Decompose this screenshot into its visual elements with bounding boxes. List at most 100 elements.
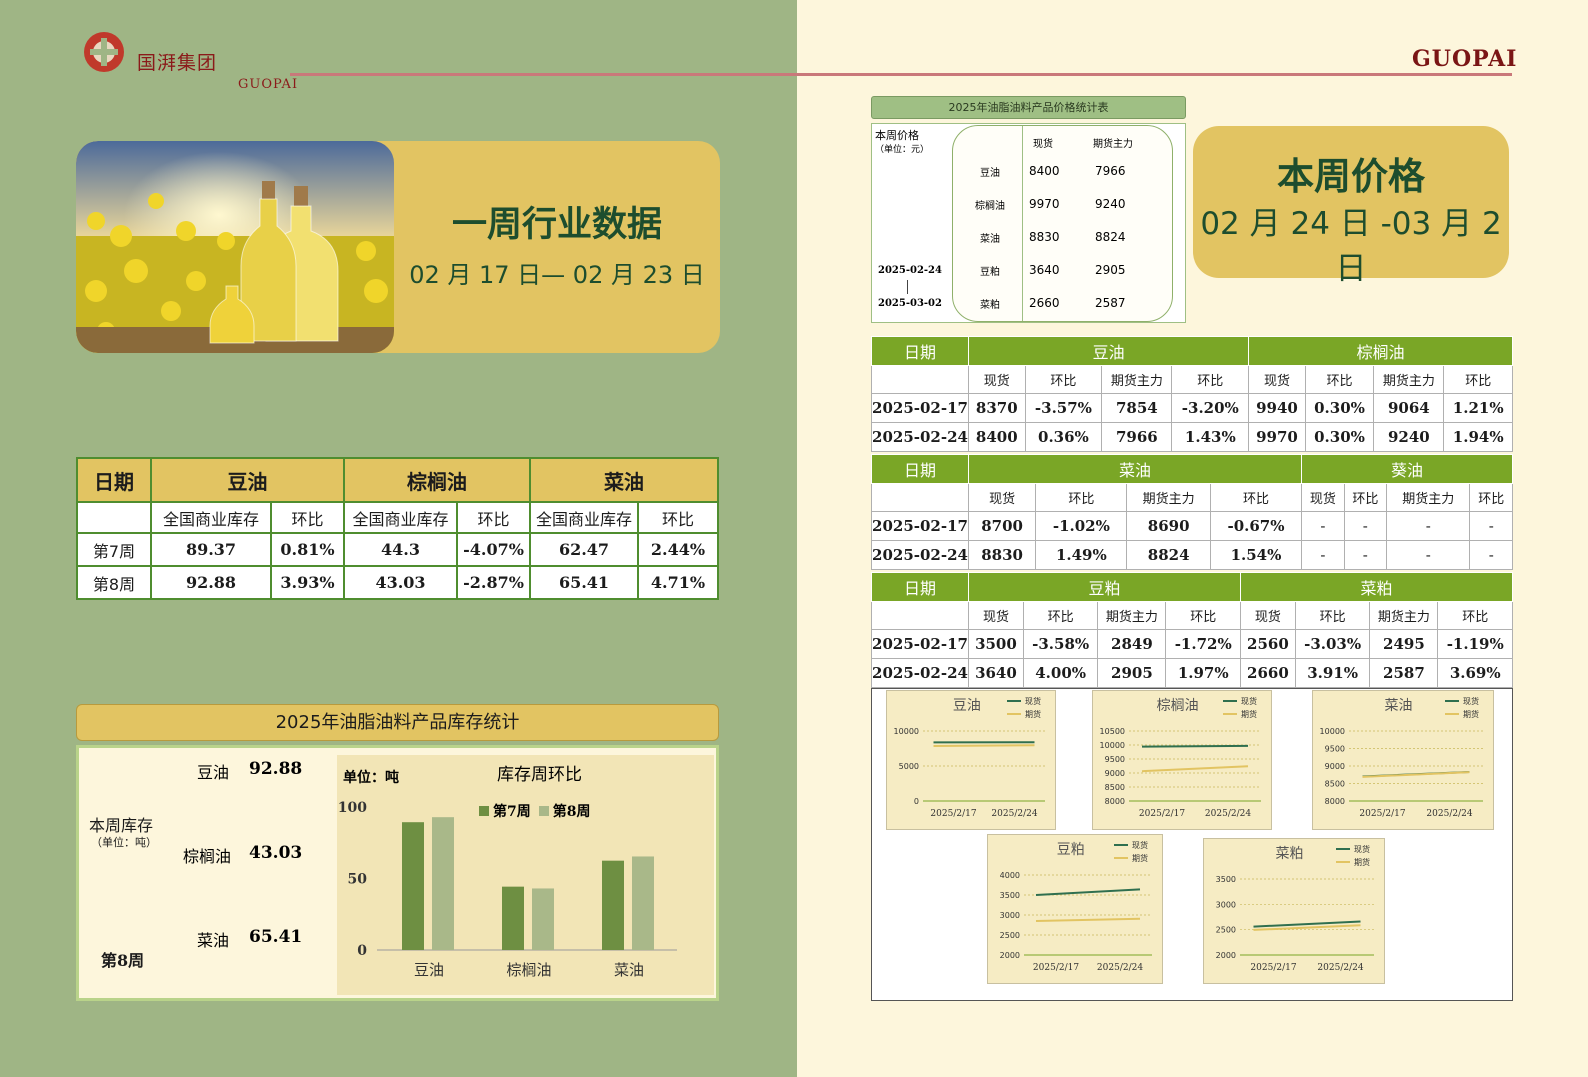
x-tick-label: 2025/2/24 [1317,963,1363,973]
mini-col-fut: 期货主力 [1093,139,1133,150]
mini-chart-title: 菜油 [1385,698,1413,714]
price-header-group: 豆油 [967,336,1250,366]
mini-cell-fut: 2587 [1095,296,1126,310]
price-table: 日期 豆油 棕榈油 现货 环比 期货主力 环比 现货 环比 期货主力 环比 2025-02-17 837… [871,336,1513,452]
y-tick-label: 100 [338,800,367,816]
mini-cell-fut: 2905 [1095,263,1126,277]
price-row-date: 2025-02-24 [871,540,969,570]
price-cell: -1.19% [1437,629,1513,659]
mini-date-end: 2025-03-02 [878,298,942,309]
inv-sub: 环比 [270,501,345,534]
legend-label: 期货 [1132,853,1148,863]
price-header-group: 豆粕 [968,572,1241,602]
y-tick-label: 2500 [1000,931,1020,940]
mini-chart-svg: 豆粕 现货期货 2000 2500 3000 3500 4000 2025/2/17 2025/… [1000,840,1152,973]
price-cell: 2587 [1369,658,1439,688]
price-cell: 3500 [968,629,1024,659]
price-sub-header: 环比 [1024,365,1103,394]
x-tick-label: 2025/2/24 [991,809,1037,819]
price-cell: - [1469,511,1513,541]
price-sub-header: 环比 [1469,483,1513,512]
price-sub-header: 环比 [1304,365,1375,394]
price-cell: 3.91% [1294,658,1371,688]
price-cell: 2660 [1239,658,1296,688]
price-header-date: 日期 [871,454,969,484]
y-tick-label: 3000 [1000,911,1020,920]
price-header-group: 菜粕 [1239,572,1514,602]
inv-cell: 43.03 [343,565,458,600]
mini-line-chart: 菜粕 现货 期货 2000 2500 3000 3500 2025/2/17 2025/2/24 [1203,838,1385,984]
legend-label: 现货 [1132,840,1148,850]
y-tick-label: 9500 [1105,755,1125,764]
legend-label: 期货 [1354,857,1370,867]
price-row-date: 2025-02-17 [871,511,969,541]
mini-date-start: 2025-02-24 [878,265,942,276]
stock-chart-panel: 单位：吨 库存周环比 第7周 第8周 0 50 100 豆油 棕榈油 菜油 [337,755,714,995]
price-cell: - [1343,511,1388,541]
y-tick-label: 8000 [1105,797,1125,806]
mini-date-connector [907,280,908,294]
this-week-price-card: 本周价格 02 月 24 日 -03 月 2 日 [1193,126,1509,287]
price-cell: - [1343,540,1388,570]
y-tick-label: 9000 [1105,769,1125,778]
price-cell: 1.43% [1171,422,1250,452]
price-cell: 3.69% [1437,658,1513,688]
price-cell: 2905 [1097,658,1167,688]
bar-第8周-豆油 [432,817,454,950]
price-sub-header: 期货主力 [1126,483,1211,512]
stock-unit-label: （单位：吨） [91,836,157,849]
price-sub-blank [871,601,969,630]
price-cell: -1.02% [1035,511,1128,541]
price-cell: 0.30% [1304,393,1375,423]
price-row-date: 2025-02-17 [871,629,969,659]
price-card-date: 02 月 24 日 -03 月 2 日 [1200,206,1502,287]
price-sub-header: 环比 [1165,601,1241,630]
mini-cell-fut: 8824 [1095,230,1126,244]
table-row: 第7周 89.37 0.81% 44.3 -4.07% 62.47 2.44% [76,532,719,567]
mini-cell-spot: 2660 [1029,296,1060,310]
price-cell: 8830 [967,540,1037,570]
mini-cell-name: 菜油 [980,234,1000,245]
legend-label: 期货 [1463,709,1479,719]
series-line-期货 [1362,771,1470,778]
bar-第7周-棕榈油 [502,886,524,950]
mini-chart-svg: 菜粕 现货期货 2000 2500 3000 3500 2025/2/17 2025/2/24 [1216,844,1374,973]
mini-cell-spot: 3640 [1029,263,1060,277]
price-sub-header: 期货主力 [1101,365,1173,394]
inv-sub: 全国商业库存 [529,501,639,534]
mini-cell-spot: 9970 [1029,197,1060,211]
inv-cell: 2.44% [637,532,719,567]
price-card-title: 本周价格 [1277,155,1425,198]
mini-table-inner: 现货 期货主力 豆油 8400 7966 棕榈油 9970 9240 菜油 8830 8824 豆… [952,125,1173,322]
bar-第8周-棕榈油 [532,888,554,950]
y-tick-label: 8500 [1105,783,1125,792]
price-cell: 8690 [1126,511,1211,541]
stock-item-value: 92.88 [249,759,303,779]
stock-item-value: 43.03 [249,843,303,863]
price-cell: - [1386,540,1471,570]
price-header-group: 菜油 [967,454,1303,484]
mini-cell-spot: 8830 [1029,230,1060,244]
x-tick-label: 2025/2/24 [1426,809,1472,819]
price-cell: 9940 [1248,393,1306,423]
x-tick-label: 2025/2/24 [1097,963,1143,973]
stock-stats-box: 本周库存 （单位：吨） 第8周 豆油 92.88 棕榈油 43.03 菜油 65… [76,745,719,1001]
price-cell: 3640 [968,658,1024,688]
inv-cell: 62.47 [529,532,639,567]
price-header-date: 日期 [871,572,969,602]
price-header-group: 棕榈油 [1248,336,1513,366]
price-sub-header: 现货 [968,365,1026,394]
mini-table-title: 2025年油脂油料产品价格统计表 [871,96,1186,119]
y-tick-label: 0 [357,943,367,959]
price-sub-header: 期货主力 [1386,483,1471,512]
price-sub-header: 环比 [1022,601,1099,630]
price-sub-header: 环比 [1437,601,1513,630]
mini-line-chart: 豆粕 现货 期货 2000 2500 3000 3500 4000 2025/2/17 2025/… [987,834,1163,984]
price-cell: - [1301,540,1345,570]
price-cell: 2849 [1097,629,1167,659]
y-tick-label: 10000 [1100,741,1125,750]
price-row-date: 2025-02-24 [871,422,969,452]
inv-cell: 92.88 [150,565,272,600]
mini-cell-name: 豆粕 [980,267,1000,278]
price-sub-header: 现货 [967,483,1037,512]
